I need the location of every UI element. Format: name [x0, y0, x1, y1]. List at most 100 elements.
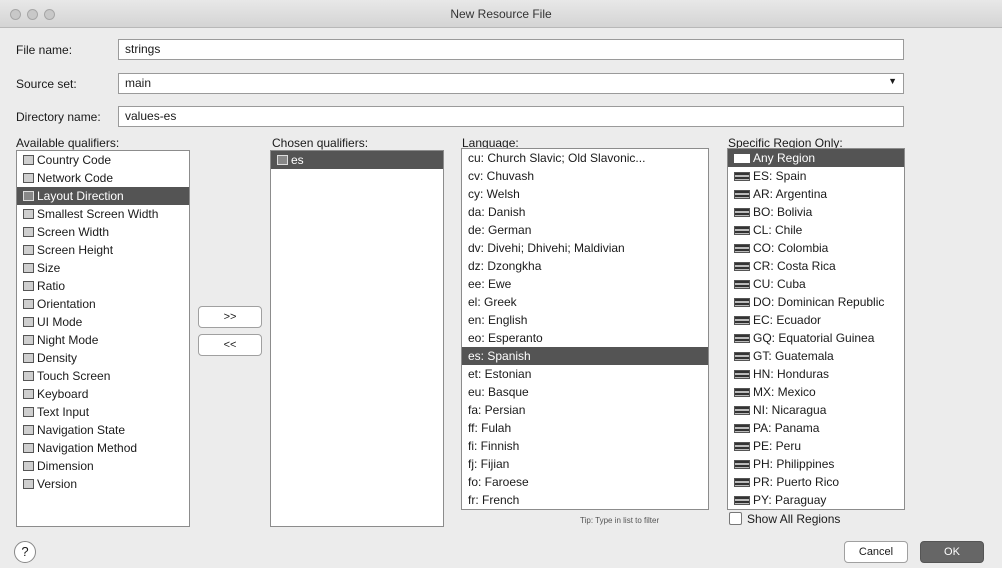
- list-item[interactable]: MX: Mexico: [728, 383, 904, 401]
- list-item[interactable]: Layout Direction: [17, 187, 189, 205]
- list-item[interactable]: ee: Ewe: [462, 275, 708, 293]
- list-item[interactable]: fi: Finnish: [462, 437, 708, 455]
- list-item[interactable]: GQ: Equatorial Guinea: [728, 329, 904, 347]
- list-item[interactable]: CU: Cuba: [728, 275, 904, 293]
- list-item-label: BO: Bolivia: [753, 205, 813, 219]
- list-item-label: Country Code: [37, 153, 112, 167]
- list-item[interactable]: PH: Philippines: [728, 455, 904, 473]
- android-icon: [23, 479, 34, 489]
- list-item[interactable]: DO: Dominican Republic: [728, 293, 904, 311]
- list-item[interactable]: PA: Panama: [728, 419, 904, 437]
- list-item[interactable]: el: Greek: [462, 293, 708, 311]
- list-item[interactable]: CR: Costa Rica: [728, 257, 904, 275]
- flag-icon: [734, 315, 750, 325]
- ok-button[interactable]: OK: [920, 541, 984, 563]
- orientation-icon: [23, 299, 34, 309]
- chosen-qualifiers-list[interactable]: es: [270, 150, 444, 527]
- list-item-label: Network Code: [37, 171, 114, 185]
- list-item[interactable]: BO: Bolivia: [728, 203, 904, 221]
- list-item[interactable]: cv: Chuvash: [462, 167, 708, 185]
- list-item[interactable]: Orientation: [17, 295, 189, 313]
- list-item[interactable]: Text Input: [17, 403, 189, 421]
- list-item[interactable]: ES: Spain: [728, 167, 904, 185]
- list-item[interactable]: PE: Peru: [728, 437, 904, 455]
- filter-tip: Tip: Type in list to filter: [580, 516, 660, 525]
- list-item[interactable]: UI Mode: [17, 313, 189, 331]
- list-item[interactable]: da: Danish: [462, 203, 708, 221]
- list-item[interactable]: CO: Colombia: [728, 239, 904, 257]
- file-name-field[interactable]: strings: [118, 39, 904, 60]
- list-item[interactable]: ff: Fulah: [462, 419, 708, 437]
- list-item[interactable]: eo: Esperanto: [462, 329, 708, 347]
- list-item[interactable]: en: English: [462, 311, 708, 329]
- list-item[interactable]: Smallest Screen Width: [17, 205, 189, 223]
- list-item[interactable]: cy: Welsh: [462, 185, 708, 203]
- list-item[interactable]: Navigation Method: [17, 439, 189, 457]
- available-qualifiers-list[interactable]: Country Code Network Code Layout Direction…: [16, 150, 190, 527]
- ui-mode-icon: [23, 317, 34, 327]
- list-item[interactable]: Dimension: [17, 457, 189, 475]
- dimension-icon: [23, 461, 34, 471]
- flag-icon: [734, 153, 750, 163]
- list-item[interactable]: Version: [17, 475, 189, 493]
- cancel-button[interactable]: Cancel: [844, 541, 908, 563]
- help-button[interactable]: ?: [14, 541, 36, 563]
- list-item[interactable]: PY: Paraguay: [728, 491, 904, 509]
- list-item[interactable]: Screen Width: [17, 223, 189, 241]
- list-item[interactable]: de: German: [462, 221, 708, 239]
- list-item[interactable]: fr: French: [462, 491, 708, 509]
- source-set-select[interactable]: main ▼: [118, 73, 904, 94]
- remove-qualifier-button[interactable]: <<: [198, 334, 262, 356]
- list-item[interactable]: es: [271, 151, 443, 169]
- list-item[interactable]: Navigation State: [17, 421, 189, 439]
- list-item[interactable]: AR: Argentina: [728, 185, 904, 203]
- list-item-label: Screen Width: [37, 225, 110, 239]
- region-list[interactable]: Any Region ES: Spain AR: Argentina BO: Boli…: [727, 148, 905, 510]
- chevron-down-icon: ▼: [888, 76, 897, 86]
- list-item[interactable]: Network Code: [17, 169, 189, 187]
- list-item[interactable]: NI: Nicaragua: [728, 401, 904, 419]
- list-item-label: Navigation Method: [37, 441, 138, 455]
- directory-name-label: Directory name:: [16, 110, 101, 124]
- add-qualifier-button[interactable]: >>: [198, 306, 262, 328]
- list-item[interactable]: cu: Church Slavic; Old Slavonic...: [462, 149, 708, 167]
- flag-icon: [734, 423, 750, 433]
- list-item[interactable]: GT: Guatemala: [728, 347, 904, 365]
- list-item[interactable]: fo: Faroese: [462, 473, 708, 491]
- list-item[interactable]: Density: [17, 349, 189, 367]
- list-item[interactable]: es: Spanish: [462, 347, 708, 365]
- navigation-state-icon: [23, 425, 34, 435]
- window-title: New Resource File: [450, 7, 552, 21]
- list-item[interactable]: Any Region: [728, 149, 904, 167]
- list-item[interactable]: fj: Fijian: [462, 455, 708, 473]
- touch-screen-icon: [23, 371, 34, 381]
- list-item[interactable]: HN: Honduras: [728, 365, 904, 383]
- list-item[interactable]: Ratio: [17, 277, 189, 295]
- list-item[interactable]: Night Mode: [17, 331, 189, 349]
- list-item-label: GT: Guatemala: [753, 349, 834, 363]
- language-list[interactable]: cu: Church Slavic; Old Slavonic... cv: Ch…: [461, 148, 709, 510]
- list-item[interactable]: Keyboard: [17, 385, 189, 403]
- flag-icon: [734, 243, 750, 253]
- navigation-method-icon: [23, 443, 34, 453]
- screen-height-icon: [23, 245, 34, 255]
- show-all-regions-checkbox[interactable]: [729, 512, 742, 525]
- list-item[interactable]: Touch Screen: [17, 367, 189, 385]
- list-item-label: Touch Screen: [37, 369, 111, 383]
- list-item[interactable]: PR: Puerto Rico: [728, 473, 904, 491]
- list-item[interactable]: EC: Ecuador: [728, 311, 904, 329]
- list-item[interactable]: dv: Divehi; Dhivehi; Maldivian: [462, 239, 708, 257]
- list-item[interactable]: Screen Height: [17, 241, 189, 259]
- list-item[interactable]: et: Estonian: [462, 365, 708, 383]
- list-item[interactable]: Country Code: [17, 151, 189, 169]
- list-item[interactable]: Size: [17, 259, 189, 277]
- list-item-label: cv: Chuvash: [468, 169, 535, 183]
- list-item[interactable]: fa: Persian: [462, 401, 708, 419]
- list-item[interactable]: dz: Dzongkha: [462, 257, 708, 275]
- directory-name-field[interactable]: values-es: [118, 106, 904, 127]
- list-item[interactable]: eu: Basque: [462, 383, 708, 401]
- list-item-label: NI: Nicaragua: [753, 403, 827, 417]
- list-item-label: ff: Fulah: [468, 421, 512, 435]
- list-item[interactable]: CL: Chile: [728, 221, 904, 239]
- list-item-label: cu: Church Slavic; Old Slavonic...: [468, 151, 646, 165]
